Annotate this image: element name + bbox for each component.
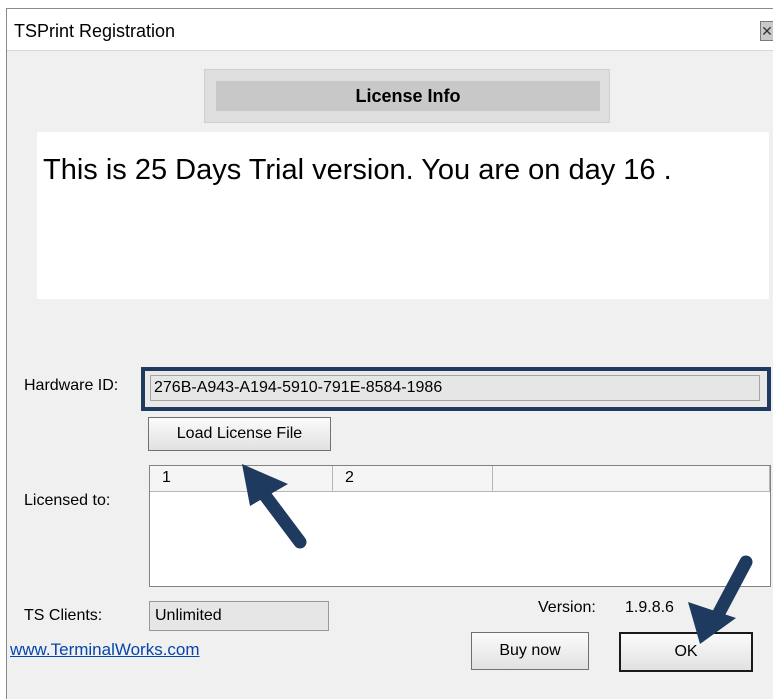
version-value: 1.9.8.6 (625, 599, 674, 616)
license-info-panel: License Info (204, 69, 610, 123)
ok-button[interactable]: OK (619, 632, 753, 672)
ts-clients-field: Unlimited (149, 601, 329, 631)
buy-now-button[interactable]: Buy now (471, 632, 589, 670)
column-header-1[interactable]: 1 (150, 466, 333, 492)
hardware-id-highlight: 276B-A943-A194-5910-791E-8584-1986 (141, 367, 771, 411)
column-header-3[interactable] (493, 466, 770, 492)
window-title: TSPrint Registration (14, 21, 176, 41)
hardware-id-label: Hardware ID: (24, 377, 119, 394)
hardware-id-field[interactable]: 276B-A943-A194-5910-791E-8584-1986 (150, 375, 760, 401)
load-license-file-button[interactable]: Load License File (148, 417, 331, 451)
license-info-header: License Info (216, 81, 600, 111)
title-bar: TSPrint Registration ✕ (7, 9, 773, 51)
licensed-to-label: Licensed to: (24, 492, 111, 509)
version-label: Version: (538, 599, 596, 616)
column-header-2[interactable]: 2 (333, 466, 493, 492)
terminalworks-link[interactable]: www.TerminalWorks.com (10, 640, 200, 660)
ts-clients-label: TS Clients: (24, 607, 103, 624)
trial-message: This is 25 Days Trial version. You are o… (43, 154, 672, 186)
registration-dialog: TSPrint Registration ✕ License Info This… (6, 8, 773, 699)
licensed-to-list[interactable]: 1 2 (149, 465, 771, 587)
trial-message-box: This is 25 Days Trial version. You are o… (37, 132, 769, 299)
close-icon[interactable]: ✕ (760, 21, 773, 41)
